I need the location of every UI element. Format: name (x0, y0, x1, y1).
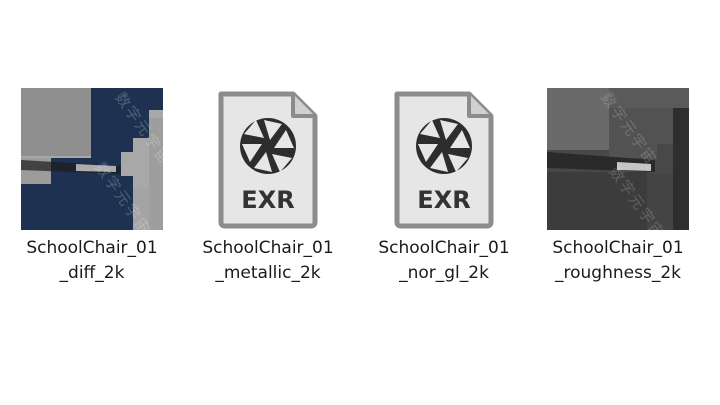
file-name-line1: SchoolChair_01 (26, 238, 158, 258)
exr-file-icon: EXR (373, 88, 515, 230)
file-name-line2: _metallic_2k (215, 263, 321, 283)
aperture-icon (240, 118, 296, 174)
file-name-line1: SchoolChair_01 (552, 238, 684, 258)
file-name-label: SchoolChair_01 _nor_gl_2k (364, 236, 524, 286)
file-name-label: SchoolChair_01 _roughness_2k (538, 236, 698, 286)
exr-text: EXR (241, 186, 294, 214)
file-name-line2: _diff_2k (59, 263, 125, 283)
file-item-diff[interactable]: 数字元宇宙 数字元宇宙 SchoolChair_01 _diff_2k (12, 88, 172, 286)
file-name-line1: SchoolChair_01 (202, 238, 334, 258)
file-name-line2: _nor_gl_2k (399, 263, 489, 283)
texture-thumbnail: 数字元宇宙 数字元宇宙 (21, 88, 163, 230)
aperture-icon (416, 118, 472, 174)
file-item-metallic[interactable]: EXR SchoolChair_01 _metallic_2k (188, 88, 348, 286)
file-item-roughness[interactable]: 数字元宇宙 数字元宇宙 SchoolChair_01 _roughness_2k (538, 88, 698, 286)
file-grid-view: 数字元宇宙 数字元宇宙 SchoolChair_01 _diff_2k EXR … (0, 0, 720, 405)
file-name-line2: _roughness_2k (555, 263, 681, 283)
file-name-label: SchoolChair_01 _diff_2k (12, 236, 172, 286)
file-item-nor-gl[interactable]: EXR SchoolChair_01 _nor_gl_2k (364, 88, 524, 286)
texture-thumbnail: 数字元宇宙 数字元宇宙 (547, 88, 689, 230)
exr-file-icon: EXR (197, 88, 339, 230)
file-name-line1: SchoolChair_01 (378, 238, 510, 258)
exr-text: EXR (417, 186, 470, 214)
file-name-label: SchoolChair_01 _metallic_2k (188, 236, 348, 286)
